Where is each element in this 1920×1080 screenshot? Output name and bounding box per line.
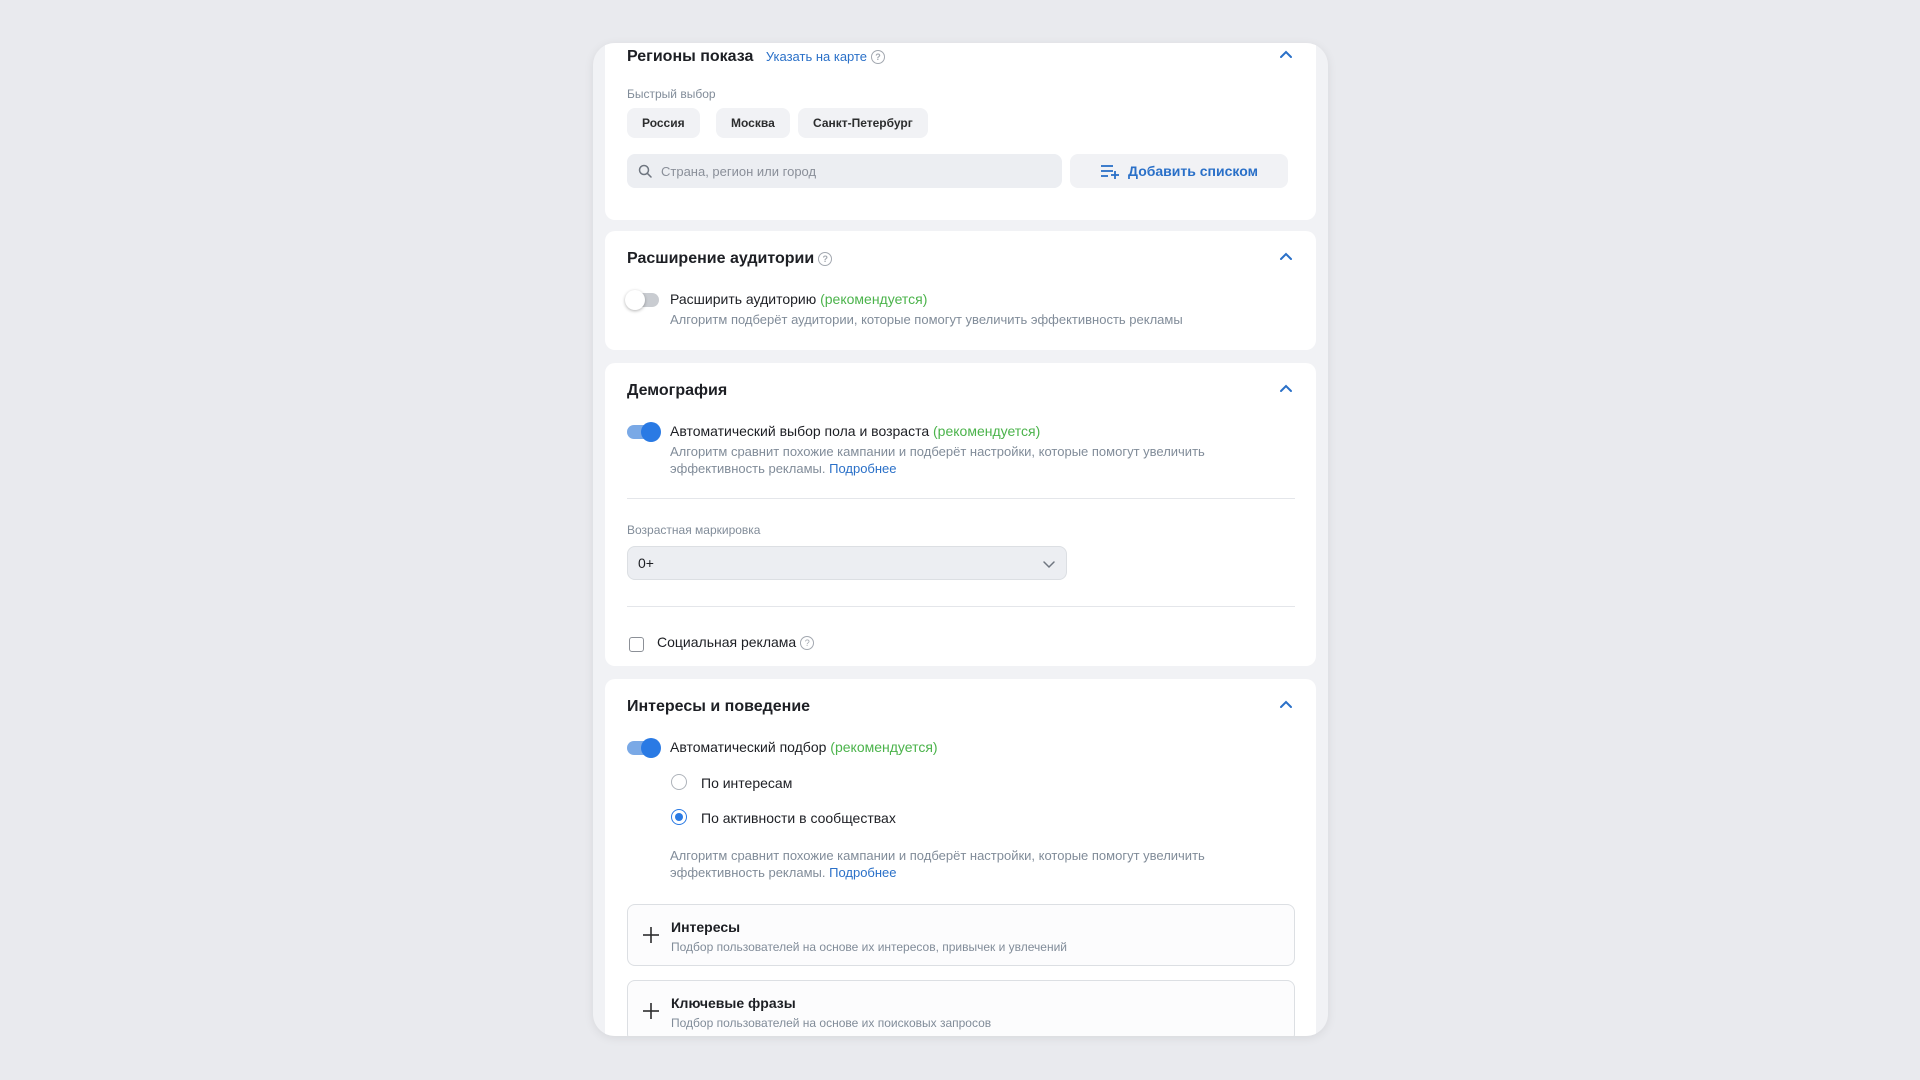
social-ad-checkbox[interactable] <box>629 637 644 652</box>
chevron-up-icon[interactable] <box>1278 249 1294 265</box>
chip-russia[interactable]: Россия <box>627 108 700 138</box>
age-select[interactable]: 0+ <box>627 546 1067 580</box>
regions-title-text: Регионы показа <box>627 48 754 65</box>
plus-icon <box>643 1003 659 1019</box>
interests-card: Интересы и поведение Автоматический подб… <box>605 679 1316 1036</box>
demography-description: Алгоритм сравнит похожие кампании и подб… <box>670 443 1230 477</box>
interests-toggle-label: Автоматический подбор (рекомендуется) <box>670 739 938 755</box>
chip-spb[interactable]: Санкт-Петербург <box>798 108 928 138</box>
interests-section-description: Подбор пользователей на основе их интере… <box>671 940 1068 954</box>
interests-toggle-text: Автоматический подбор <box>670 739 827 755</box>
divider <box>627 498 1295 499</box>
radio-by-interests-label[interactable]: По интересам <box>701 775 792 791</box>
social-ad-label: Социальная реклама? <box>657 634 815 651</box>
audience-description: Алгоритм подберёт аудитории, которые пом… <box>670 312 1183 327</box>
radio-by-interests[interactable] <box>671 774 687 790</box>
interests-section[interactable]: Интересы Подбор пользователей на основе … <box>627 904 1295 966</box>
age-label: Возрастная маркировка <box>627 523 761 537</box>
regions-card: Регионы показа Указать на карте? Быстрый… <box>605 43 1316 220</box>
add-list-label: Добавить списком <box>1128 163 1258 179</box>
radio-by-community-activity-label[interactable]: По активности в сообществах <box>701 810 896 826</box>
radio-by-community-activity[interactable] <box>671 809 687 825</box>
social-ad-text: Социальная реклама <box>657 634 797 650</box>
demography-toggle-text: Автоматический выбор пола и возраста <box>670 423 930 439</box>
keywords-section-title: Ключевые фразы <box>671 995 796 1011</box>
toggle-knob <box>641 422 661 442</box>
help-icon[interactable]: ? <box>871 49 886 64</box>
audience-toggle-label: Расширить аудиторию (рекомендуется) <box>670 291 927 307</box>
audience-card: Расширение аудитории? Расширить аудитори… <box>605 231 1316 350</box>
recommended-tag: (рекомендуется) <box>933 423 1041 439</box>
chevron-up-icon[interactable] <box>1278 381 1294 397</box>
add-list-button[interactable]: Добавить списком <box>1070 154 1288 188</box>
demography-description-text: Алгоритм сравнит похожие кампании и подб… <box>670 444 1205 476</box>
region-search-input[interactable] <box>627 154 1062 188</box>
search-icon <box>638 164 652 178</box>
demography-title: Демография <box>627 382 728 399</box>
demography-toggle[interactable] <box>627 422 661 442</box>
settings-panel: Регионы показа Указать на карте? Быстрый… <box>593 43 1328 1036</box>
toggle-knob <box>625 290 645 310</box>
age-select-value: 0+ <box>638 555 654 571</box>
interests-description-text: Алгоритм сравнит похожие кампании и подб… <box>670 848 1205 880</box>
demography-toggle-label: Автоматический выбор пола и возраста (ре… <box>670 423 1040 439</box>
map-link[interactable]: Указать на карте <box>766 49 867 64</box>
audience-title: Расширение аудитории? <box>627 250 833 268</box>
chevron-up-icon[interactable] <box>1278 697 1294 713</box>
plus-icon <box>643 927 659 943</box>
interests-toggle[interactable] <box>627 738 661 758</box>
chip-moscow[interactable]: Москва <box>716 108 790 138</box>
regions-title: Регионы показа Указать на карте? <box>627 48 886 66</box>
demography-card: Демография Автоматический выбор пола и в… <box>605 363 1316 666</box>
more-link[interactable]: Подробнее <box>829 865 896 880</box>
quick-select-label: Быстрый выбор <box>627 87 716 101</box>
help-icon[interactable]: ? <box>818 251 833 266</box>
keywords-section-description: Подбор пользователей на основе их поиско… <box>671 1016 992 1030</box>
toggle-knob <box>641 738 661 758</box>
list-add-icon <box>1101 165 1120 179</box>
chevron-down-icon <box>1043 561 1055 569</box>
help-icon[interactable]: ? <box>800 636 815 651</box>
recommended-tag: (рекомендуется) <box>830 739 938 755</box>
recommended-tag: (рекомендуется) <box>820 291 928 307</box>
chevron-up-icon[interactable] <box>1278 47 1294 63</box>
interests-title: Интересы и поведение <box>627 698 811 715</box>
audience-title-text: Расширение аудитории <box>627 250 815 267</box>
audience-toggle-text: Расширить аудиторию <box>670 291 817 307</box>
interests-section-title: Интересы <box>671 919 741 935</box>
audience-toggle[interactable] <box>625 290 659 310</box>
divider <box>627 606 1295 607</box>
keywords-section[interactable]: Ключевые фразы Подбор пользователей на о… <box>627 980 1295 1036</box>
more-link[interactable]: Подробнее <box>829 461 896 476</box>
interests-description: Алгоритм сравнит похожие кампании и подб… <box>670 847 1230 881</box>
